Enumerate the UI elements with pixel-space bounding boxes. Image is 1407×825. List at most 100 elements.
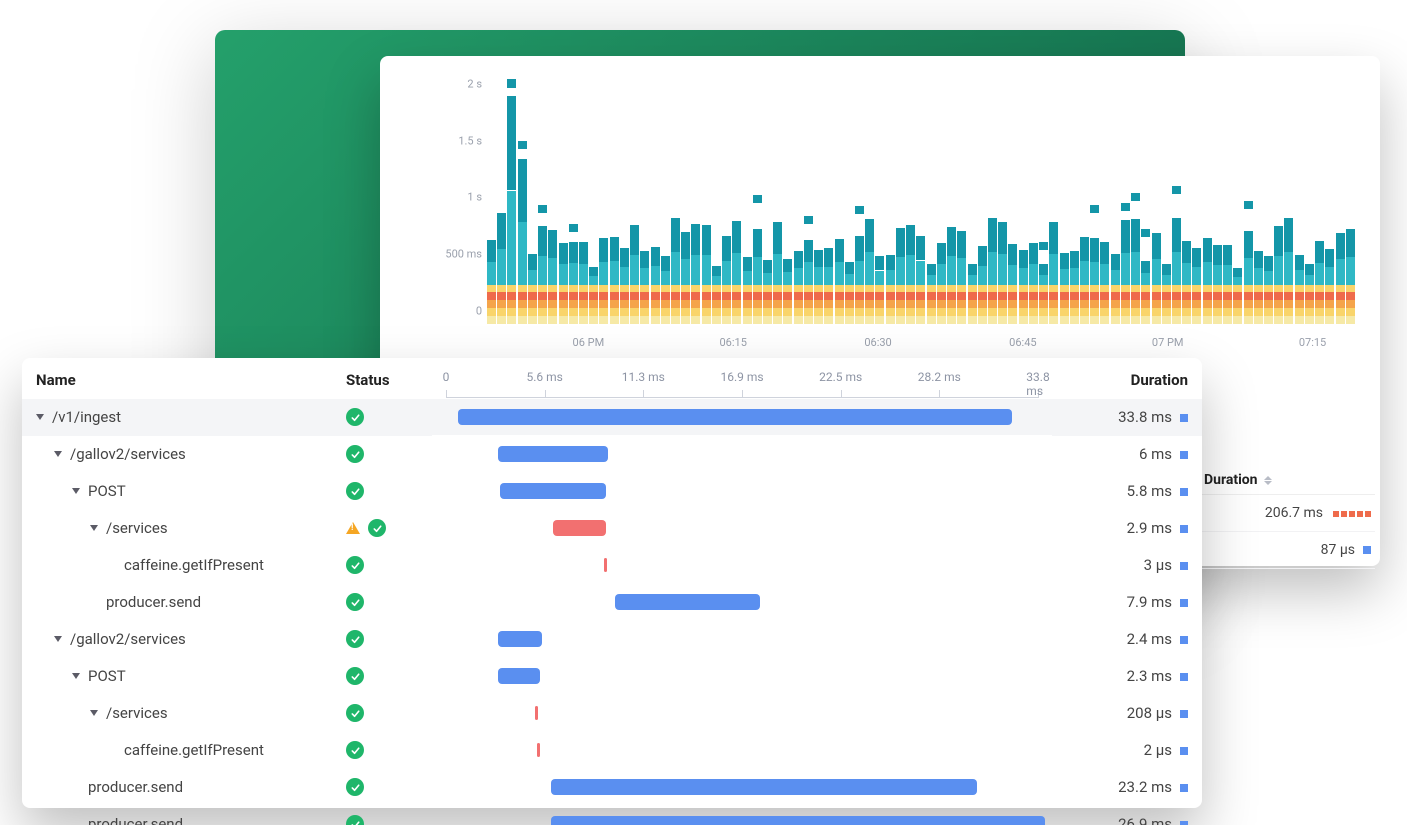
success-icon <box>368 519 386 537</box>
duration-value: 87 µs <box>1321 542 1355 558</box>
span-name: producer.send <box>88 815 183 825</box>
span-name: /gallov2/services <box>70 445 186 463</box>
duration-marker <box>1180 562 1188 570</box>
trace-row[interactable]: /gallov2/services 2.4 ms <box>22 621 1202 658</box>
span-duration: 2 µs <box>1144 741 1172 759</box>
x-tick: 06 PM <box>573 336 605 349</box>
duration-row[interactable]: 206.7 ms <box>1200 495 1375 532</box>
y-tick: 1.5 s <box>458 134 482 147</box>
success-icon <box>346 704 364 722</box>
span-duration: 33.8 ms <box>1118 408 1172 426</box>
span-bar[interactable] <box>604 558 607 572</box>
ruler-tick: 0 <box>443 370 450 384</box>
span-name: /gallov2/services <box>70 630 186 648</box>
span-bar[interactable] <box>537 743 540 757</box>
column-header-name[interactable]: Name <box>22 358 332 399</box>
ruler-tick: 5.6 ms <box>526 370 562 384</box>
duration-summary-header: Duration <box>1204 472 1258 488</box>
trace-row[interactable]: producer.send26.9 ms <box>22 806 1202 825</box>
span-bar[interactable] <box>535 706 538 720</box>
trace-row[interactable]: caffeine.getIfPresent 3 µs <box>22 547 1202 584</box>
span-name: caffeine.getIfPresent <box>124 741 264 759</box>
chevron-down-icon[interactable] <box>72 673 80 679</box>
success-icon <box>346 445 364 463</box>
success-icon <box>346 630 364 648</box>
duration-marker <box>1180 710 1188 718</box>
column-header-status[interactable]: Status <box>332 358 432 399</box>
span-bar[interactable] <box>551 779 977 795</box>
trace-row[interactable]: POST 2.3 ms <box>22 658 1202 695</box>
span-duration: 5.8 ms <box>1127 482 1172 500</box>
y-tick: 0 <box>476 305 482 318</box>
chevron-down-icon[interactable] <box>90 525 98 531</box>
duration-marker <box>1180 636 1188 644</box>
span-duration: 2.3 ms <box>1127 667 1172 685</box>
trace-row[interactable]: /services 208 µs <box>22 695 1202 732</box>
span-duration: 3 µs <box>1144 556 1172 574</box>
success-icon <box>346 667 364 685</box>
span-duration: 23.2 ms <box>1118 778 1172 796</box>
duration-marker <box>1180 451 1188 459</box>
success-icon <box>346 815 364 825</box>
latency-heatmap-chart[interactable]: 2 s1.5 s1 s500 ms0 06 PM06:1506:3006:450… <box>432 74 1356 349</box>
success-icon <box>346 741 364 759</box>
duration-row[interactable]: 87 µs <box>1200 532 1375 569</box>
chevron-down-icon[interactable] <box>36 414 44 420</box>
duration-marker <box>1180 414 1188 422</box>
y-tick: 2 s <box>467 77 482 90</box>
y-tick: 500 ms <box>445 248 482 261</box>
span-bar[interactable] <box>498 446 608 462</box>
ruler-tick: 28.2 ms <box>918 370 961 384</box>
chevron-down-icon[interactable] <box>90 710 98 716</box>
span-name: caffeine.getIfPresent <box>124 556 264 574</box>
span-name: POST <box>88 667 126 685</box>
span-bar[interactable] <box>551 816 1044 825</box>
warning-icon <box>346 522 360 534</box>
trace-row[interactable]: producer.send 23.2 ms <box>22 769 1202 806</box>
span-name: /services <box>106 704 168 722</box>
y-tick: 1 s <box>467 191 482 204</box>
x-tick: 07 PM <box>1152 336 1184 349</box>
x-tick: 06:30 <box>864 336 891 349</box>
ruler-tick: 16.9 ms <box>720 370 763 384</box>
success-icon <box>346 556 364 574</box>
severity-indicator <box>1331 505 1371 521</box>
span-name: producer.send <box>106 593 201 611</box>
chevron-down-icon[interactable] <box>72 488 80 494</box>
span-bar[interactable] <box>553 520 606 536</box>
column-header-duration[interactable]: Duration <box>1052 358 1202 399</box>
chevron-down-icon[interactable] <box>54 636 62 642</box>
span-name: POST <box>88 482 126 500</box>
x-tick: 06:45 <box>1009 336 1036 349</box>
span-duration: 2.4 ms <box>1127 630 1172 648</box>
trace-row[interactable]: /v1/ingest 33.8 ms <box>22 399 1202 436</box>
chevron-down-icon[interactable] <box>54 451 62 457</box>
span-bar[interactable] <box>458 409 1012 425</box>
span-bar[interactable] <box>498 631 542 647</box>
trace-row[interactable]: caffeine.getIfPresent 2 µs <box>22 732 1202 769</box>
trace-row[interactable]: /services2.9 ms <box>22 510 1202 547</box>
span-name: /v1/ingest <box>52 408 121 426</box>
duration-marker <box>1180 488 1188 496</box>
sort-icon[interactable] <box>1264 476 1272 485</box>
ruler-tick: 11.3 ms <box>622 370 665 384</box>
span-name: /services <box>106 519 168 537</box>
span-bar[interactable] <box>500 483 606 499</box>
span-bar[interactable] <box>498 668 540 684</box>
duration-marker <box>1180 673 1188 681</box>
duration-marker <box>1180 599 1188 607</box>
span-duration: 7.9 ms <box>1127 593 1172 611</box>
duration-marker <box>1180 821 1188 825</box>
trace-waterfall-panel: Name Status 05.6 ms11.3 ms16.9 ms22.5 ms… <box>22 358 1202 808</box>
trace-row[interactable]: /gallov2/services6 ms <box>22 436 1202 473</box>
duration-value: 206.7 ms <box>1265 505 1323 521</box>
span-duration: 208 µs <box>1127 704 1172 722</box>
ruler-tick: 33.8 ms <box>1026 370 1049 398</box>
success-icon <box>346 408 364 426</box>
trace-row[interactable]: producer.send 7.9 ms <box>22 584 1202 621</box>
success-icon <box>346 593 364 611</box>
span-bar[interactable] <box>615 594 760 610</box>
duration-summary: Duration 206.7 ms 87 µs <box>1200 466 1375 569</box>
span-name: producer.send <box>88 778 183 796</box>
trace-row[interactable]: POST 5.8 ms <box>22 473 1202 510</box>
